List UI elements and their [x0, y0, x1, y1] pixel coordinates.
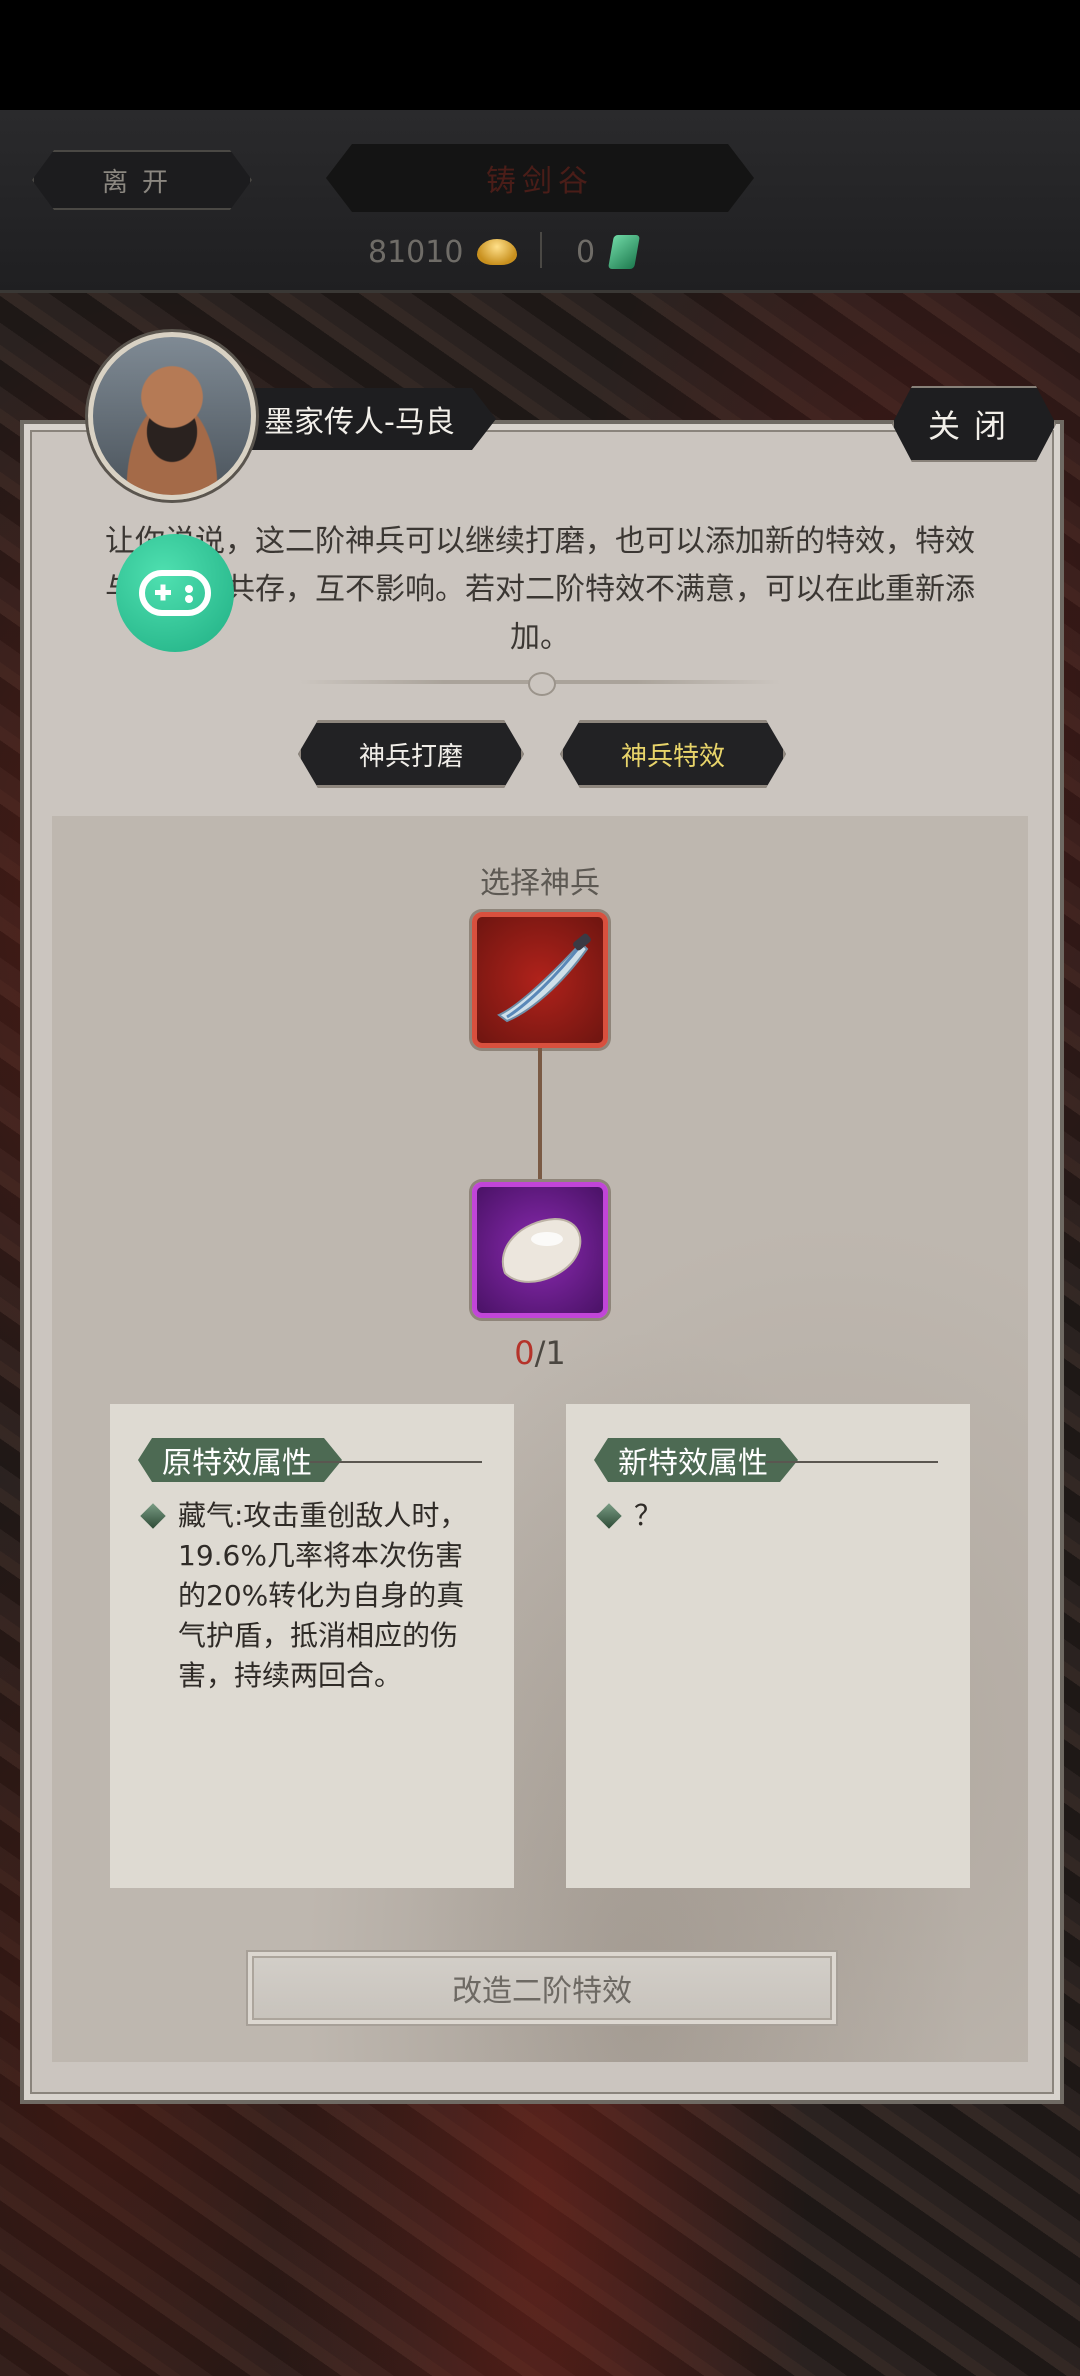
- jade-icon: [608, 235, 641, 269]
- title-underline: [766, 1461, 938, 1463]
- status-bar: [0, 0, 1080, 110]
- divider-ornament-center: [528, 672, 556, 696]
- new-effect-card: 新特效属性 ？: [566, 1404, 970, 1888]
- jade-counter: 0: [576, 232, 641, 272]
- original-effect-text: 藏气:攻击重创敌人时，19.6%几率将本次伤害的20%转化为自身的真气护盾，抵消…: [178, 1499, 468, 1692]
- new-effect-title: 新特效属性: [594, 1438, 798, 1482]
- new-effect-entry: ？: [596, 1496, 946, 1536]
- title-underline: [310, 1461, 482, 1463]
- currency-divider: [540, 232, 542, 268]
- material-total: /1: [534, 1334, 566, 1372]
- tab-weapon-polish[interactable]: 神兵打磨: [298, 720, 524, 788]
- select-weapon-label: 选择神兵: [480, 866, 600, 901]
- diamond-bullet-icon: [596, 1503, 622, 1529]
- diamond-bullet-icon: [140, 1503, 166, 1529]
- original-effect-title: 原特效属性: [138, 1438, 342, 1482]
- material-slot[interactable]: [472, 1182, 608, 1318]
- sword-icon: [497, 933, 591, 1023]
- npc-name: 墨家传人-马良: [236, 388, 496, 450]
- original-effect-entry: 藏气:攻击重创敌人时，19.6%几率将本次伤害的20%转化为自身的真气护盾，抵消…: [140, 1496, 490, 1696]
- npc-avatar: [88, 332, 256, 500]
- jade-amount: 0: [576, 234, 596, 270]
- gold-counter: 81010: [368, 232, 518, 272]
- original-effect-card: 原特效属性 藏气:攻击重创敌人时，19.6%几率将本次伤害的20%转化为自身的真…: [110, 1404, 514, 1888]
- gold-ingot-icon: [477, 239, 518, 265]
- new-effect-text: ？: [634, 1499, 663, 1532]
- material-current: 0: [514, 1334, 535, 1372]
- modify-effect-button[interactable]: 改造二阶特效: [246, 1950, 838, 2026]
- gold-amount: 81010: [368, 234, 464, 270]
- gamepad-icon: [139, 570, 211, 616]
- floating-game-button[interactable]: [116, 534, 234, 652]
- weapon-slot[interactable]: [472, 912, 608, 1048]
- pearl-stone-icon: [502, 1217, 582, 1283]
- material-count: 0/1: [0, 1334, 1080, 1372]
- slot-connector: [538, 1048, 542, 1182]
- tab-weapon-effect[interactable]: 神兵特效: [560, 720, 786, 788]
- location-title: 铸剑谷: [326, 144, 754, 212]
- leave-button[interactable]: 离开: [32, 150, 252, 210]
- close-button[interactable]: 关闭: [892, 386, 1056, 462]
